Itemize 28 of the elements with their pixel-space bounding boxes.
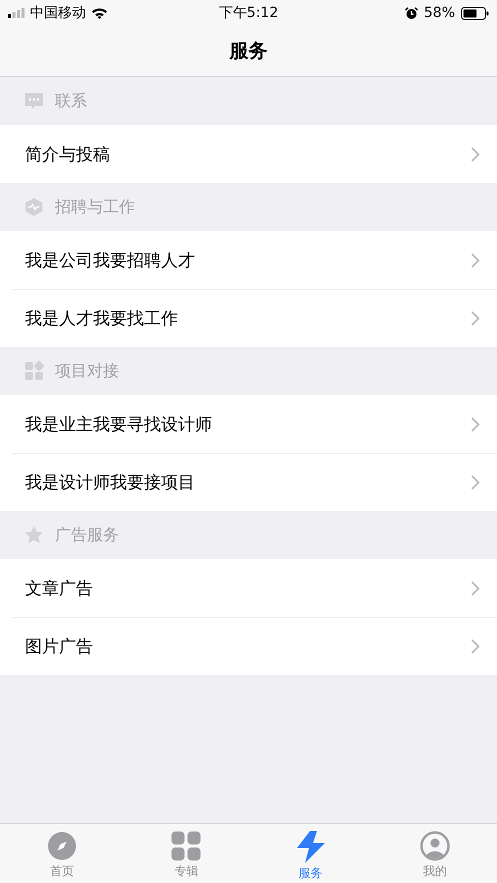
page-title: 服务 (230, 39, 268, 64)
section-header: 招聘与工作 (55, 196, 135, 218)
tab-item[interactable]: 服务 (248, 824, 373, 883)
wifi-icon (91, 7, 108, 19)
section-header: 联系 (55, 90, 87, 112)
grid-icon (24, 361, 44, 381)
signal-icon (8, 8, 25, 18)
chevron-icon (471, 474, 480, 490)
chevron-icon (471, 146, 480, 162)
battery-icon (461, 6, 490, 20)
battery-percent: 58% (424, 5, 456, 21)
star-icon (24, 525, 44, 545)
lightning-icon (296, 831, 326, 863)
compass-icon (47, 831, 78, 861)
section-header: 项目对接 (55, 360, 119, 382)
chevron-icon (471, 580, 480, 596)
user-icon (420, 831, 450, 861)
chevron-icon (471, 310, 480, 326)
chevron-icon (471, 638, 480, 654)
chevron-icon (471, 252, 480, 268)
carrier-name: 中国移动 (30, 4, 86, 22)
alarm-icon (404, 6, 418, 20)
status-time: 下午5:12 (218, 4, 278, 22)
pulse-icon (24, 197, 44, 217)
grid-icon (171, 831, 202, 861)
chat-icon (24, 91, 44, 111)
section-header: 广告服务 (55, 524, 119, 546)
chevron-icon (471, 416, 480, 432)
